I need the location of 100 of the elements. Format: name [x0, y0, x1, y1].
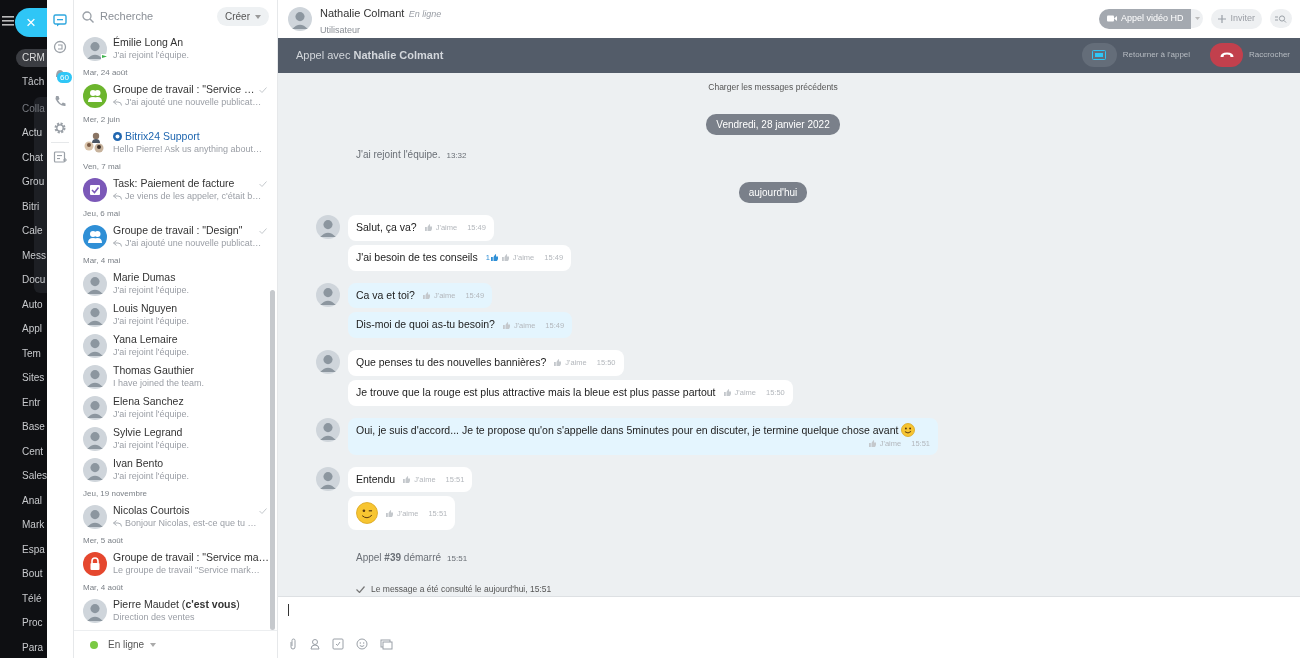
chat-item[interactable]: Bitrix24 Support Hello Pierre! Ask us anything about…	[74, 127, 267, 158]
avatar	[288, 6, 312, 31]
checkbox-icon[interactable]	[332, 638, 344, 650]
menu-item[interactable]: Bitri	[22, 194, 47, 219]
load-more-link[interactable]: Charger les messages précédents	[708, 81, 838, 95]
search-icon	[82, 10, 94, 23]
menu-item[interactable]: Colla	[22, 96, 47, 121]
like-icon	[554, 359, 562, 367]
menu-item[interactable]: Tem	[0, 341, 47, 366]
chat-item[interactable]: Task: Paiement de facture Je viens de les appeler, c'était b…	[74, 174, 267, 205]
window-icon[interactable]	[380, 638, 393, 650]
menu-item[interactable]: Chat	[22, 145, 47, 170]
chat-item[interactable]: Marie Dumas J'ai rejoint l'équipe.	[74, 268, 267, 299]
menu-item[interactable]: Cent	[0, 439, 47, 464]
chat-circle-icon[interactable]	[53, 40, 67, 54]
message-text: Que penses tu des nouvelles bannières?	[356, 355, 547, 371]
chat-item[interactable]: Pierre Maudet (c'est vous) Direction des ventes	[74, 595, 267, 626]
scrollbar-thumb[interactable]	[270, 290, 275, 630]
chat-item[interactable]: Ivan Bento J'ai rejoint l'équipe.	[74, 454, 267, 485]
date-label: Mer, 2 juin	[82, 114, 121, 126]
check-icon	[356, 586, 365, 594]
message-preview: J'ai rejoint l'équipe.	[113, 408, 189, 420]
search-button[interactable]	[1270, 9, 1292, 29]
chat-item[interactable]: Groupe de travail : "Service ma… Le groupe de travail "Service mark…	[74, 548, 267, 579]
like-icon	[422, 291, 430, 299]
chat-name: Émilie Long An	[113, 36, 184, 49]
menu-item[interactable]: Télé	[0, 586, 47, 611]
menu-item[interactable]: Bout	[0, 562, 47, 587]
chat-icon[interactable]	[53, 13, 67, 27]
chat-name: Ivan Bento	[113, 457, 164, 470]
menu-item[interactable]: Sites	[0, 366, 47, 391]
menu-item[interactable]: Docu	[22, 268, 47, 293]
chat-name: Groupe de travail : "Service …	[113, 83, 255, 96]
date-label: aujourd'hui	[738, 182, 808, 204]
note-add-icon[interactable]	[53, 150, 67, 164]
date-label: Mar, 24 août	[82, 67, 129, 79]
menu-item[interactable]: Entr	[0, 390, 47, 415]
like-icon	[501, 254, 509, 262]
like-icon	[490, 254, 498, 262]
chat-name: Elena Sanchez	[113, 395, 184, 408]
message-preview: Hello Pierre! Ask us anything about…	[113, 143, 263, 155]
smiley-icon[interactable]	[356, 638, 368, 650]
menu-item[interactable]: Mark	[0, 513, 47, 538]
avatar	[83, 302, 107, 327]
menu-item[interactable]: Tâch	[0, 70, 47, 95]
menu-item[interactable]: Appl	[0, 317, 47, 342]
message-preview: J'ai rejoint l'équipe.	[113, 284, 189, 296]
message-preview: Direction des ventes	[113, 611, 195, 623]
status-selector[interactable]: En ligne	[108, 637, 157, 652]
avatar	[83, 271, 107, 296]
menu-item[interactable]: Mess	[22, 243, 47, 268]
chat-item[interactable]: Émilie Long An J'ai rejoint l'équipe.	[74, 33, 267, 64]
message-text: Oui, je suis d'accord... Je te propose qu'on s'appelle dans 5minutes pour en discuter, je termine quelque chose avant	[356, 422, 899, 438]
hangup-link[interactable]: Raccrocher	[1249, 49, 1290, 62]
chat-name: Groupe de travail : "Design"	[113, 224, 243, 237]
menu-item[interactable]: Para	[0, 635, 47, 658]
role-text: Utilisateur	[320, 24, 361, 37]
chat-name: Groupe de travail : "Service ma…	[113, 551, 270, 564]
return-call-button[interactable]	[1081, 43, 1117, 68]
chat-item[interactable]: Sylvie Legrand J'ai rejoint l'équipe.	[74, 423, 267, 454]
chat-item[interactable]: Elena Sanchez J'ai rejoint l'équipe.	[74, 392, 267, 423]
menu-item[interactable]: Proc	[0, 611, 47, 636]
chat-item[interactable]: Groupe de travail : "Design" J'ai ajouté une nouvelle publicat…	[74, 221, 267, 252]
message-preview: J'ai rejoint l'équipe.	[113, 470, 189, 482]
return-call-link[interactable]: Retourner à l'appel	[1122, 49, 1191, 62]
menu-item[interactable]: Cale	[22, 219, 47, 244]
menu-item[interactable]: Espa	[0, 537, 47, 562]
menu-item[interactable]: Base	[0, 415, 47, 440]
date-label: Jeu, 19 novembre	[82, 488, 149, 500]
read-receipt: Le message a été consulté le aujourd'hui, 15:51	[371, 583, 552, 597]
phone-icon[interactable]	[53, 94, 67, 108]
system-message: J'ai rejoint l'équipe.	[356, 149, 441, 161]
message-preview: J'ai ajouté une nouvelle publicat…	[125, 96, 262, 108]
menu-icon[interactable]	[2, 16, 14, 26]
person-icon[interactable]	[310, 638, 320, 650]
chat-item[interactable]: Thomas Gauthier I have joined the team.	[74, 361, 267, 392]
settings-icon[interactable]	[53, 121, 67, 135]
menu-item[interactable]: Grou	[22, 170, 47, 195]
message-preview: I have joined the team.	[113, 377, 205, 389]
menu-item[interactable]: Anal	[0, 488, 47, 513]
hangup-button[interactable]	[1210, 43, 1244, 68]
create-button[interactable]: Créer	[217, 7, 269, 26]
attach-icon[interactable]	[288, 638, 298, 650]
menu-item[interactable]: Actu	[22, 121, 47, 146]
dropdown-button[interactable]	[1191, 9, 1204, 29]
menu-item[interactable]: Auto	[0, 292, 47, 317]
menu-item[interactable]: Sales	[0, 464, 47, 489]
message-text: J'ai besoin de tes conseils	[356, 249, 478, 265]
chat-item[interactable]: Yana Lemaire J'ai rejoint l'équipe.	[74, 330, 267, 361]
avatar	[316, 417, 340, 442]
date-label: Mar, 4 mai	[82, 255, 122, 267]
message-text: Entendu	[356, 471, 396, 487]
chat-item[interactable]: Groupe de travail : "Service … J'ai ajouté une nouvelle publicat…	[74, 80, 267, 111]
caret-icon	[150, 642, 157, 647]
avatar	[83, 364, 107, 389]
avatar	[83, 36, 107, 61]
chat-item[interactable]: Louis Nguyen J'ai rejoint l'équipe.	[74, 299, 267, 330]
date-label: Mar, 4 août	[82, 582, 125, 594]
message-text: Je trouve que la rouge est plus attractive mais la bleue est plus passe partout	[356, 384, 716, 400]
chat-item[interactable]: Nicolas Courtois Bonjour Nicolas, est-ce que tu …	[74, 501, 267, 532]
